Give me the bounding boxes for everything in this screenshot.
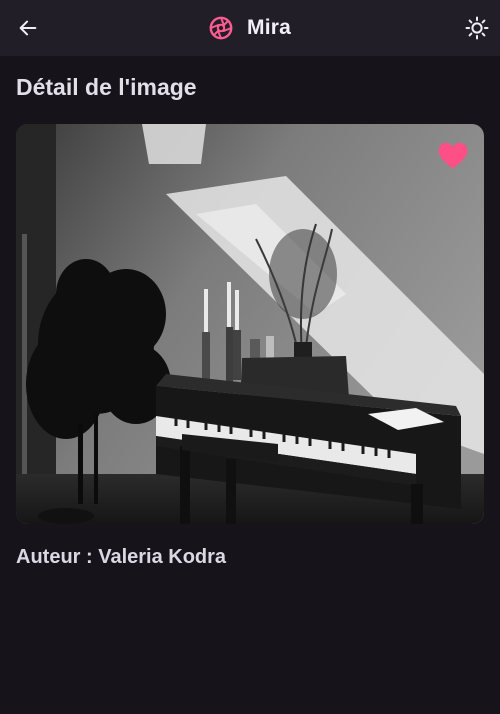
app-bar: Mira	[0, 0, 500, 56]
photo-card[interactable]	[16, 124, 484, 524]
sun-icon	[465, 16, 489, 40]
back-button[interactable]	[14, 14, 42, 42]
app-title: Mira	[247, 16, 291, 39]
arrow-left-icon	[19, 20, 37, 36]
page-title: Détail de l'image	[16, 74, 197, 100]
author-credit: Auteur : Valeria Kodra	[16, 546, 227, 568]
theme-toggle-button[interactable]	[464, 15, 490, 41]
heart-icon[interactable]	[438, 142, 468, 170]
brand: Mira	[209, 16, 291, 40]
piano-photo	[16, 124, 484, 524]
aperture-icon	[209, 16, 233, 40]
